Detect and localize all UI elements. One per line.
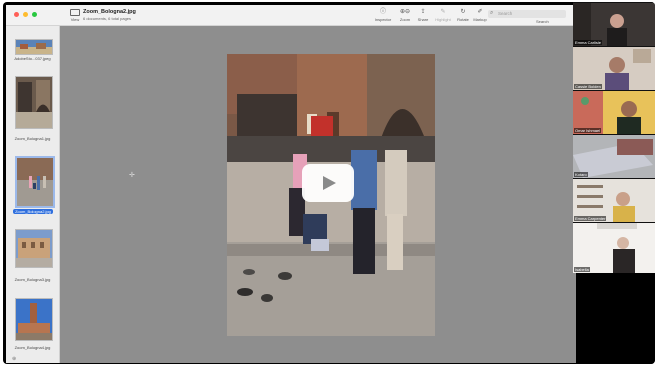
close-window-button[interactable] xyxy=(14,12,19,17)
thumbnail-label: AdobeSto...037.jpeg xyxy=(14,56,51,61)
window-controls xyxy=(14,12,37,17)
share-button[interactable]: ⇪ Share xyxy=(412,9,434,22)
thumbnail-label: Zoom_Bologna3.jpg xyxy=(14,277,51,282)
zoom-window-button[interactable] xyxy=(32,12,37,17)
participant-name: Kotaro xyxy=(574,172,588,177)
participant-tile[interactable]: Omar Ishmael xyxy=(573,90,655,134)
thumbnail-image xyxy=(16,77,52,128)
highlight-button[interactable]: ✎ Highlight xyxy=(432,9,454,22)
mouse-cursor-icon: ✛ xyxy=(129,172,135,179)
participant-name: Omar Ishmael xyxy=(574,128,602,133)
thumbnail-sidebar: AdobeSto...037.jpeg Zoom_Bologna1.jpg Zo… xyxy=(6,26,60,363)
thumbnail-image xyxy=(16,40,52,54)
participant-name: Isabella xyxy=(574,267,590,272)
inspector-button[interactable]: ⓘ Inspector xyxy=(372,9,394,22)
preview-window: View Zoom_Bologna2.jpg 6 documents, 6 to… xyxy=(6,5,576,363)
document-title: Zoom_Bologna2.jpg xyxy=(83,9,136,15)
search-icon: ⌕ xyxy=(490,10,494,16)
thumbnail-1[interactable] xyxy=(15,39,53,55)
search-placeholder: Search xyxy=(498,11,513,16)
empty-video-area xyxy=(601,274,655,364)
participant-name: Emma Carlisle xyxy=(574,40,603,45)
play-icon xyxy=(323,176,336,190)
thumbnail-5[interactable] xyxy=(15,298,53,341)
thumbnail-image xyxy=(16,299,52,340)
info-icon: ⓘ xyxy=(379,9,386,15)
document-subtitle: 6 documents, 6 total pages xyxy=(83,16,132,21)
participant-name: Emma Carpenter xyxy=(574,216,607,221)
thumbnail-label-selected: Zoom_Bologna2.jpg xyxy=(13,209,53,214)
participant-tile[interactable]: Emma Carpenter xyxy=(573,178,655,222)
view-label: View xyxy=(70,17,80,22)
thumbnail-3[interactable] xyxy=(15,156,55,208)
toolbar: View Zoom_Bologna2.jpg 6 documents, 6 to… xyxy=(6,5,576,26)
sidebar-options-icon[interactable]: ⊕ xyxy=(12,356,16,362)
participant-tile[interactable]: Cassie Bolden xyxy=(573,46,655,90)
thumbnail-2[interactable] xyxy=(15,76,53,129)
app-frame: View Zoom_Bologna2.jpg 6 documents, 6 to… xyxy=(3,2,655,364)
thumbnail-4[interactable] xyxy=(15,229,53,268)
search-label: Search xyxy=(536,19,549,24)
thumbnail-label: Zoom_Bologna4.jpg xyxy=(14,345,51,350)
sidebar-icon xyxy=(70,9,80,16)
thumbnail-image xyxy=(16,230,52,267)
minimize-window-button[interactable] xyxy=(23,12,28,17)
thumbnail-image xyxy=(17,158,53,206)
participant-video xyxy=(573,223,655,273)
participant-name: Cassie Bolden xyxy=(574,84,602,89)
highlight-icon: ✎ xyxy=(440,9,446,15)
play-button[interactable] xyxy=(302,164,354,202)
search-input[interactable]: ⌕ Search xyxy=(488,10,566,18)
participant-tile[interactable]: Kotaro xyxy=(573,134,655,178)
participant-tile[interactable]: Isabella xyxy=(573,222,655,273)
view-menu-button[interactable]: View xyxy=(68,9,82,22)
participant-tile[interactable]: Emma Carlisle xyxy=(573,2,655,46)
thumbnail-label: Zoom_Bologna1.jpg xyxy=(14,136,51,141)
share-icon: ⇪ xyxy=(420,9,426,15)
